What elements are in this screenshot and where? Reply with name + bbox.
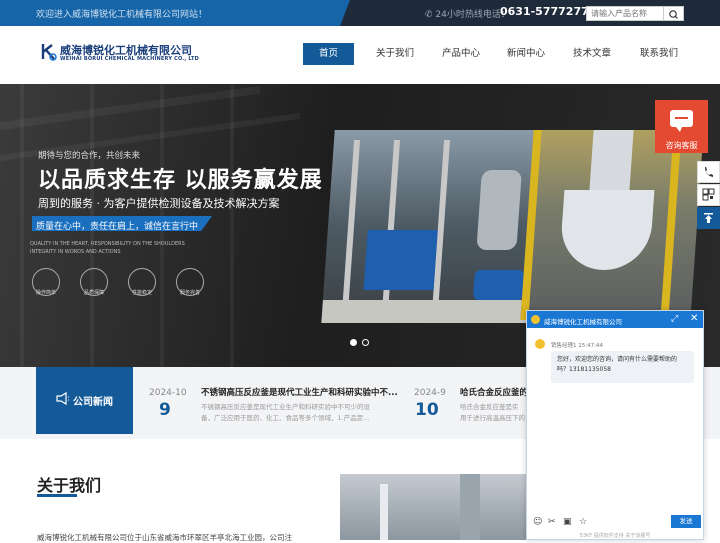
nav-news[interactable]: 新闻中心 (499, 43, 553, 65)
feature-label: 服务完善 (179, 290, 200, 296)
folder-icon[interactable]: ▣ (563, 518, 572, 527)
consult-service-button[interactable]: 咨询客服 (655, 100, 708, 153)
about-photo (340, 474, 526, 540)
star-icon[interactable]: ☆ (579, 518, 588, 527)
chat-header[interactable]: 威海博锐化工机械有限公司 ⤢ ✕ (527, 311, 703, 328)
side-qrcode-button[interactable] (697, 184, 720, 206)
qrcode-icon (702, 188, 715, 201)
chat-logo-icon (531, 315, 540, 324)
slide-dot-1[interactable] (350, 339, 357, 346)
banner-photo-reactor (520, 130, 704, 320)
back-to-top-button[interactable] (697, 207, 720, 229)
maximize-icon[interactable]: ⤢ (671, 314, 681, 324)
news-title[interactable]: 不锈钢高压反应釜是现代工业生产和科研实验中不... (201, 386, 398, 398)
nav-products[interactable]: 产品中心 (434, 43, 488, 65)
search-input[interactable] (586, 6, 664, 21)
scissors-icon[interactable]: ✂ (548, 518, 557, 527)
phone-icon (705, 167, 713, 177)
megaphone-icon (56, 392, 69, 405)
logo-name-en: WEIHAI BORUI CHEMICAL MACHINERY CO., LTD (60, 56, 199, 62)
welcome-text: 欢迎进入威海博锐化工机械有限公司网站！ (36, 10, 208, 20)
slide-dot-2[interactable] (362, 339, 369, 346)
about-text: 威海博锐化工机械有限公司位于山东省威海市环翠区羊亭北海工业园，公司注 (37, 533, 292, 542)
nav-contact[interactable]: 联系我们 (632, 43, 686, 65)
about-underline (37, 494, 77, 497)
side-phone-button[interactable] (697, 161, 720, 183)
nav-about[interactable]: 关于我们 (368, 43, 422, 65)
search-icon (669, 10, 678, 19)
about-title: 关于我们 (37, 476, 102, 495)
agent-meta: 销售经理1 15:47:44 (551, 343, 603, 349)
top-bar: 欢迎进入威海博锐化工机械有限公司网站！ ✆ 24小时热线电话： 0631-577… (0, 0, 720, 26)
news-title[interactable]: 哈氏合金反应釜的 (460, 386, 528, 398)
feature-label: 操作简单 (35, 290, 56, 296)
consult-label: 咨询客服 (665, 141, 698, 150)
news-label: 公司新闻 (73, 397, 113, 408)
news-label-box[interactable]: 公司新闻 (36, 367, 133, 434)
banner-english: QUALITY IN THE HEART, RESPONSIBILITY ON … (30, 241, 185, 255)
news-date: 2024-10 (149, 388, 187, 398)
close-icon[interactable]: ✕ (690, 314, 700, 324)
powered-by: 53KF 提供软件支持 关于该服号 (579, 533, 651, 539)
banner-tag: 质量在心中，责任在肩上，诚信在言行中 (36, 222, 199, 232)
feature-label: 品质保障 (83, 290, 104, 296)
news-day: 9 (159, 400, 171, 420)
hotline-label: ✆ 24小时热线电话： (425, 10, 510, 20)
nav-home[interactable]: 首页 (303, 43, 354, 65)
chat-bubble-icon (670, 110, 693, 132)
arrow-up-icon (704, 213, 713, 223)
phone-icon: ✆ (425, 10, 436, 20)
banner-line: 周到的服务 · 为客户提供检测设备及技术解决方案 (38, 197, 280, 210)
banner-subtitle: 期待与您的合作，共创未来 (38, 151, 141, 161)
emoji-icon[interactable]: ☺ (533, 518, 542, 527)
news-day: 10 (415, 400, 439, 420)
news-desc: 不锈钢高压反应釜是现代工业生产和科研实验中不可少的设 备，广泛应用于医药、化工、食… (201, 403, 370, 422)
logo-icon[interactable] (40, 42, 58, 62)
news-desc: 哈氏合金反应釜是实 用于进行高温高压下的 (460, 403, 525, 422)
chat-widget[interactable]: 威海博锐化工机械有限公司 ⤢ ✕ 销售经理1 15:47:44 您好，欢迎您的咨… (526, 310, 704, 540)
agent-avatar (535, 339, 545, 349)
chat-title: 威海博锐化工机械有限公司 (544, 318, 622, 326)
feature-label: 性能稳定 (131, 290, 152, 296)
news-date: 2024-9 (414, 388, 446, 398)
hotline-number: 0631-5777277 (500, 5, 589, 18)
nav-articles[interactable]: 技术文章 (565, 43, 619, 65)
banner-title: 以品质求生存 以服务赢发展 (38, 168, 323, 193)
chat-message: 您好，欢迎您的咨询，请问有什么需要帮助的吗？13181135058 (551, 351, 694, 383)
send-button[interactable]: 发送 (671, 515, 701, 528)
search-button[interactable] (664, 6, 684, 21)
